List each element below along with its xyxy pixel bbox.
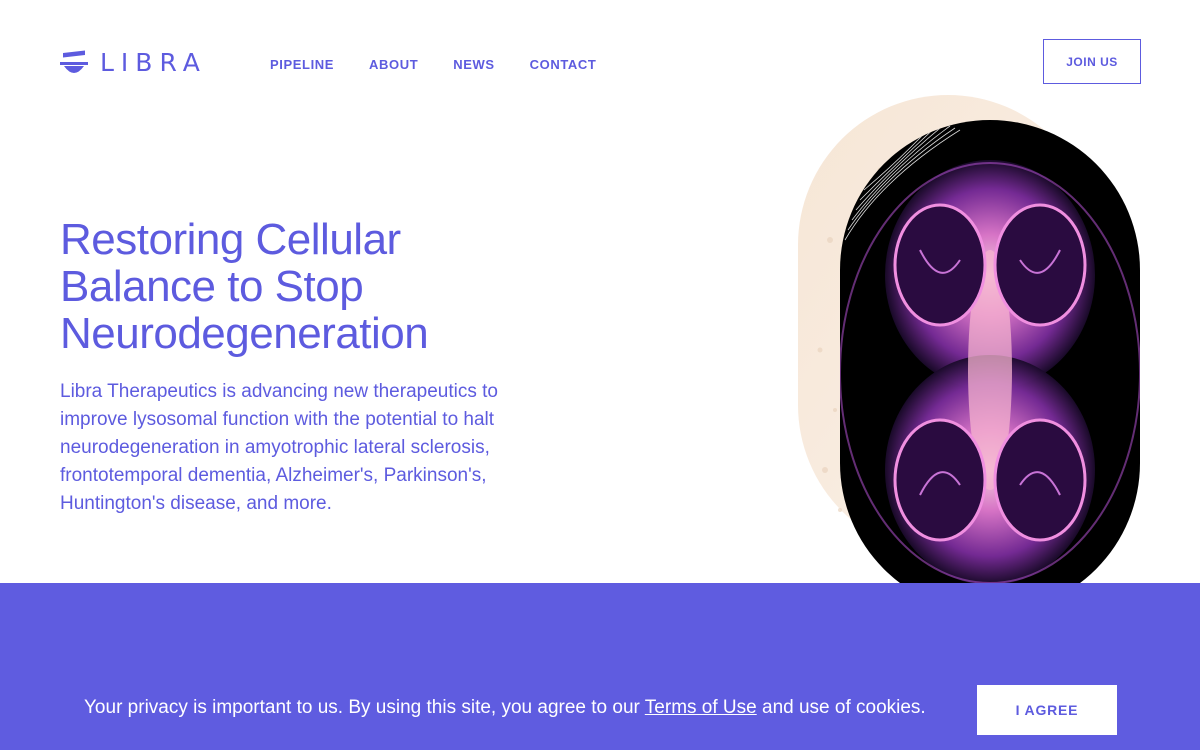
cookie-message: Your privacy is important to us. By usin… — [84, 697, 926, 719]
nav-item-about[interactable]: ABOUT — [369, 57, 418, 72]
hero-title-line: Neurodegeneration — [60, 309, 429, 358]
hero-title-line: Restoring Cellular — [60, 215, 401, 264]
main-nav: PIPELINE ABOUT NEWS CONTACT — [270, 57, 631, 72]
nav-item-pipeline[interactable]: PIPELINE — [270, 57, 334, 72]
nav-item-contact[interactable]: CONTACT — [530, 57, 597, 72]
hero-description: Libra Therapeutics is advancing new ther… — [60, 381, 498, 514]
logo[interactable]: LIBRA — [60, 50, 207, 76]
hero-title-line: Balance to Stop — [60, 262, 364, 311]
neuron-brain-artwork — [798, 95, 1140, 613]
cookie-text-suffix: and use of cookies. — [756, 697, 926, 718]
join-us-button[interactable]: JOIN US — [1043, 39, 1141, 84]
libra-scale-icon — [60, 50, 88, 73]
agree-button[interactable]: I AGREE — [977, 685, 1117, 735]
cookie-text-prefix: Your privacy is important to us. By usin… — [84, 697, 645, 718]
logo-wordmark: LIBRA — [100, 48, 207, 77]
hero-title: Restoring Cellular Balance to Stop Neuro… — [60, 216, 520, 357]
terms-of-use-link[interactable]: Terms of Use — [645, 697, 757, 718]
nav-item-news[interactable]: NEWS — [453, 57, 494, 72]
